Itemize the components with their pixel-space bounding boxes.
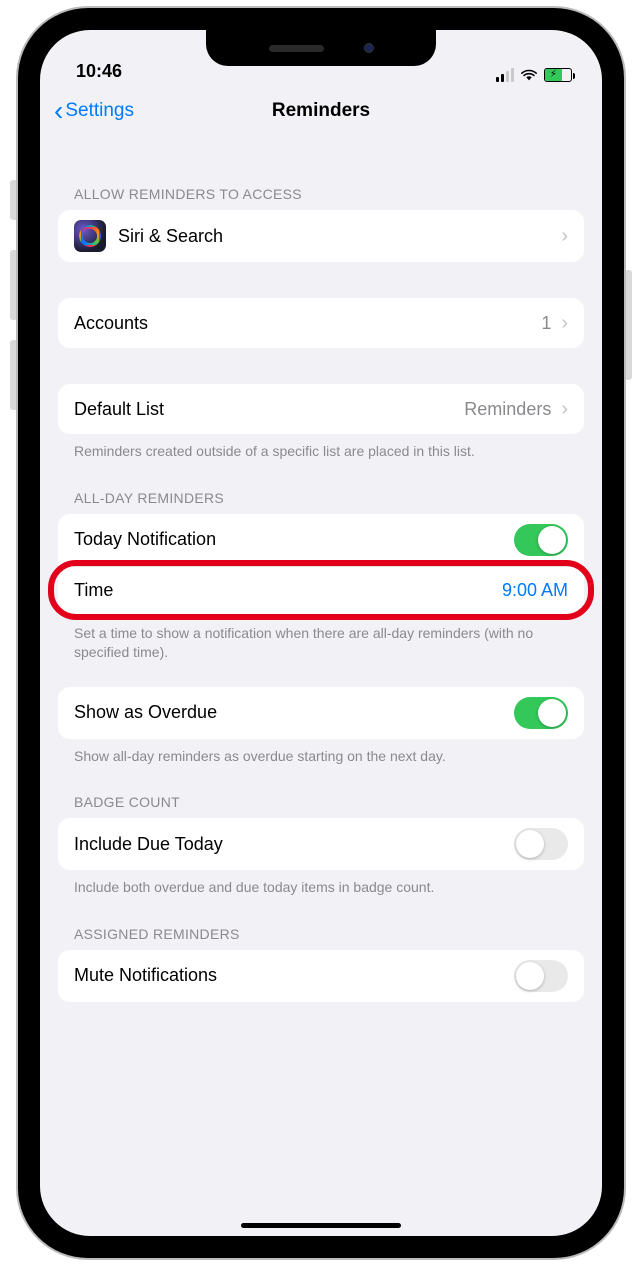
accounts-label: Accounts	[74, 313, 541, 334]
siri-label: Siri & Search	[118, 226, 557, 247]
include-due-footer: Include both overdue and due today items…	[58, 870, 584, 898]
charging-bolt-icon: ⚡︎	[550, 70, 557, 80]
volume-up-button	[10, 250, 18, 320]
group-allday: Today Notification Time 9:00 AM	[58, 514, 584, 616]
section-header-assigned: ASSIGNED REMINDERS	[74, 926, 568, 942]
toggle-show-overdue[interactable]	[514, 697, 568, 729]
front-camera	[364, 43, 374, 53]
group-assigned: Mute Notifications	[58, 950, 584, 1002]
group-badge: Include Due Today	[58, 818, 584, 870]
toggle-mute-notifications[interactable]	[514, 960, 568, 992]
section-header-badge: BADGE COUNT	[74, 794, 568, 810]
back-label: Settings	[65, 100, 134, 122]
today-notification-label: Today Notification	[74, 529, 514, 550]
home-indicator[interactable]	[241, 1223, 401, 1228]
chevron-left-icon: ‹	[54, 97, 63, 125]
default-list-footer: Reminders created outside of a specific …	[58, 434, 584, 462]
allday-footer: Set a time to show a notification when t…	[58, 616, 584, 663]
group-allow-access: Siri & Search ›	[58, 210, 584, 262]
toggle-today-notification[interactable]	[514, 524, 568, 556]
show-overdue-footer: Show all-day reminders as overdue starti…	[58, 739, 584, 767]
row-show-overdue[interactable]: Show as Overdue	[58, 687, 584, 739]
volume-down-button	[10, 340, 18, 410]
silence-switch	[10, 180, 18, 220]
show-overdue-label: Show as Overdue	[74, 702, 514, 723]
speaker-grille	[269, 45, 324, 52]
chevron-right-icon: ›	[561, 225, 568, 248]
group-accounts: Accounts 1 ›	[58, 298, 584, 348]
row-include-due[interactable]: Include Due Today	[58, 818, 584, 870]
group-show-overdue: Show as Overdue	[58, 687, 584, 739]
default-list-label: Default List	[74, 399, 464, 420]
notch	[206, 30, 436, 66]
page-title: Reminders	[272, 100, 370, 122]
default-list-value: Reminders	[464, 399, 551, 420]
include-due-label: Include Due Today	[74, 834, 514, 855]
row-today-notification[interactable]: Today Notification	[58, 514, 584, 566]
row-mute-notifications[interactable]: Mute Notifications	[58, 950, 584, 1002]
group-default-list: Default List Reminders ›	[58, 384, 584, 434]
row-siri-search[interactable]: Siri & Search ›	[58, 210, 584, 262]
status-time: 10:46	[76, 61, 122, 82]
nav-bar: ‹ Settings Reminders	[40, 86, 602, 136]
settings-content[interactable]: ALLOW REMINDERS TO ACCESS Siri & Search …	[40, 136, 602, 1216]
accounts-value: 1	[541, 313, 551, 334]
mute-label: Mute Notifications	[74, 965, 514, 986]
power-button	[624, 270, 632, 380]
cellular-signal-icon	[496, 68, 514, 82]
time-value: 9:00 AM	[502, 580, 568, 601]
row-default-list[interactable]: Default List Reminders ›	[58, 384, 584, 434]
wifi-icon	[520, 68, 538, 82]
back-button[interactable]: ‹ Settings	[54, 97, 134, 125]
screen: 10:46 ⚡︎ ‹ Settings Reminders ALLOW REMI…	[40, 30, 602, 1236]
chevron-right-icon: ›	[561, 312, 568, 335]
phone-frame: 10:46 ⚡︎ ‹ Settings Reminders ALLOW REMI…	[18, 8, 624, 1258]
time-label: Time	[74, 580, 502, 601]
section-header-allday: ALL-DAY REMINDERS	[74, 490, 568, 506]
siri-icon	[74, 220, 106, 252]
chevron-right-icon: ›	[561, 398, 568, 421]
toggle-include-due[interactable]	[514, 828, 568, 860]
battery-icon: ⚡︎	[544, 68, 572, 82]
row-accounts[interactable]: Accounts 1 ›	[58, 298, 584, 348]
section-header-allow-access: ALLOW REMINDERS TO ACCESS	[74, 186, 568, 202]
row-time[interactable]: Time 9:00 AM	[58, 566, 584, 616]
